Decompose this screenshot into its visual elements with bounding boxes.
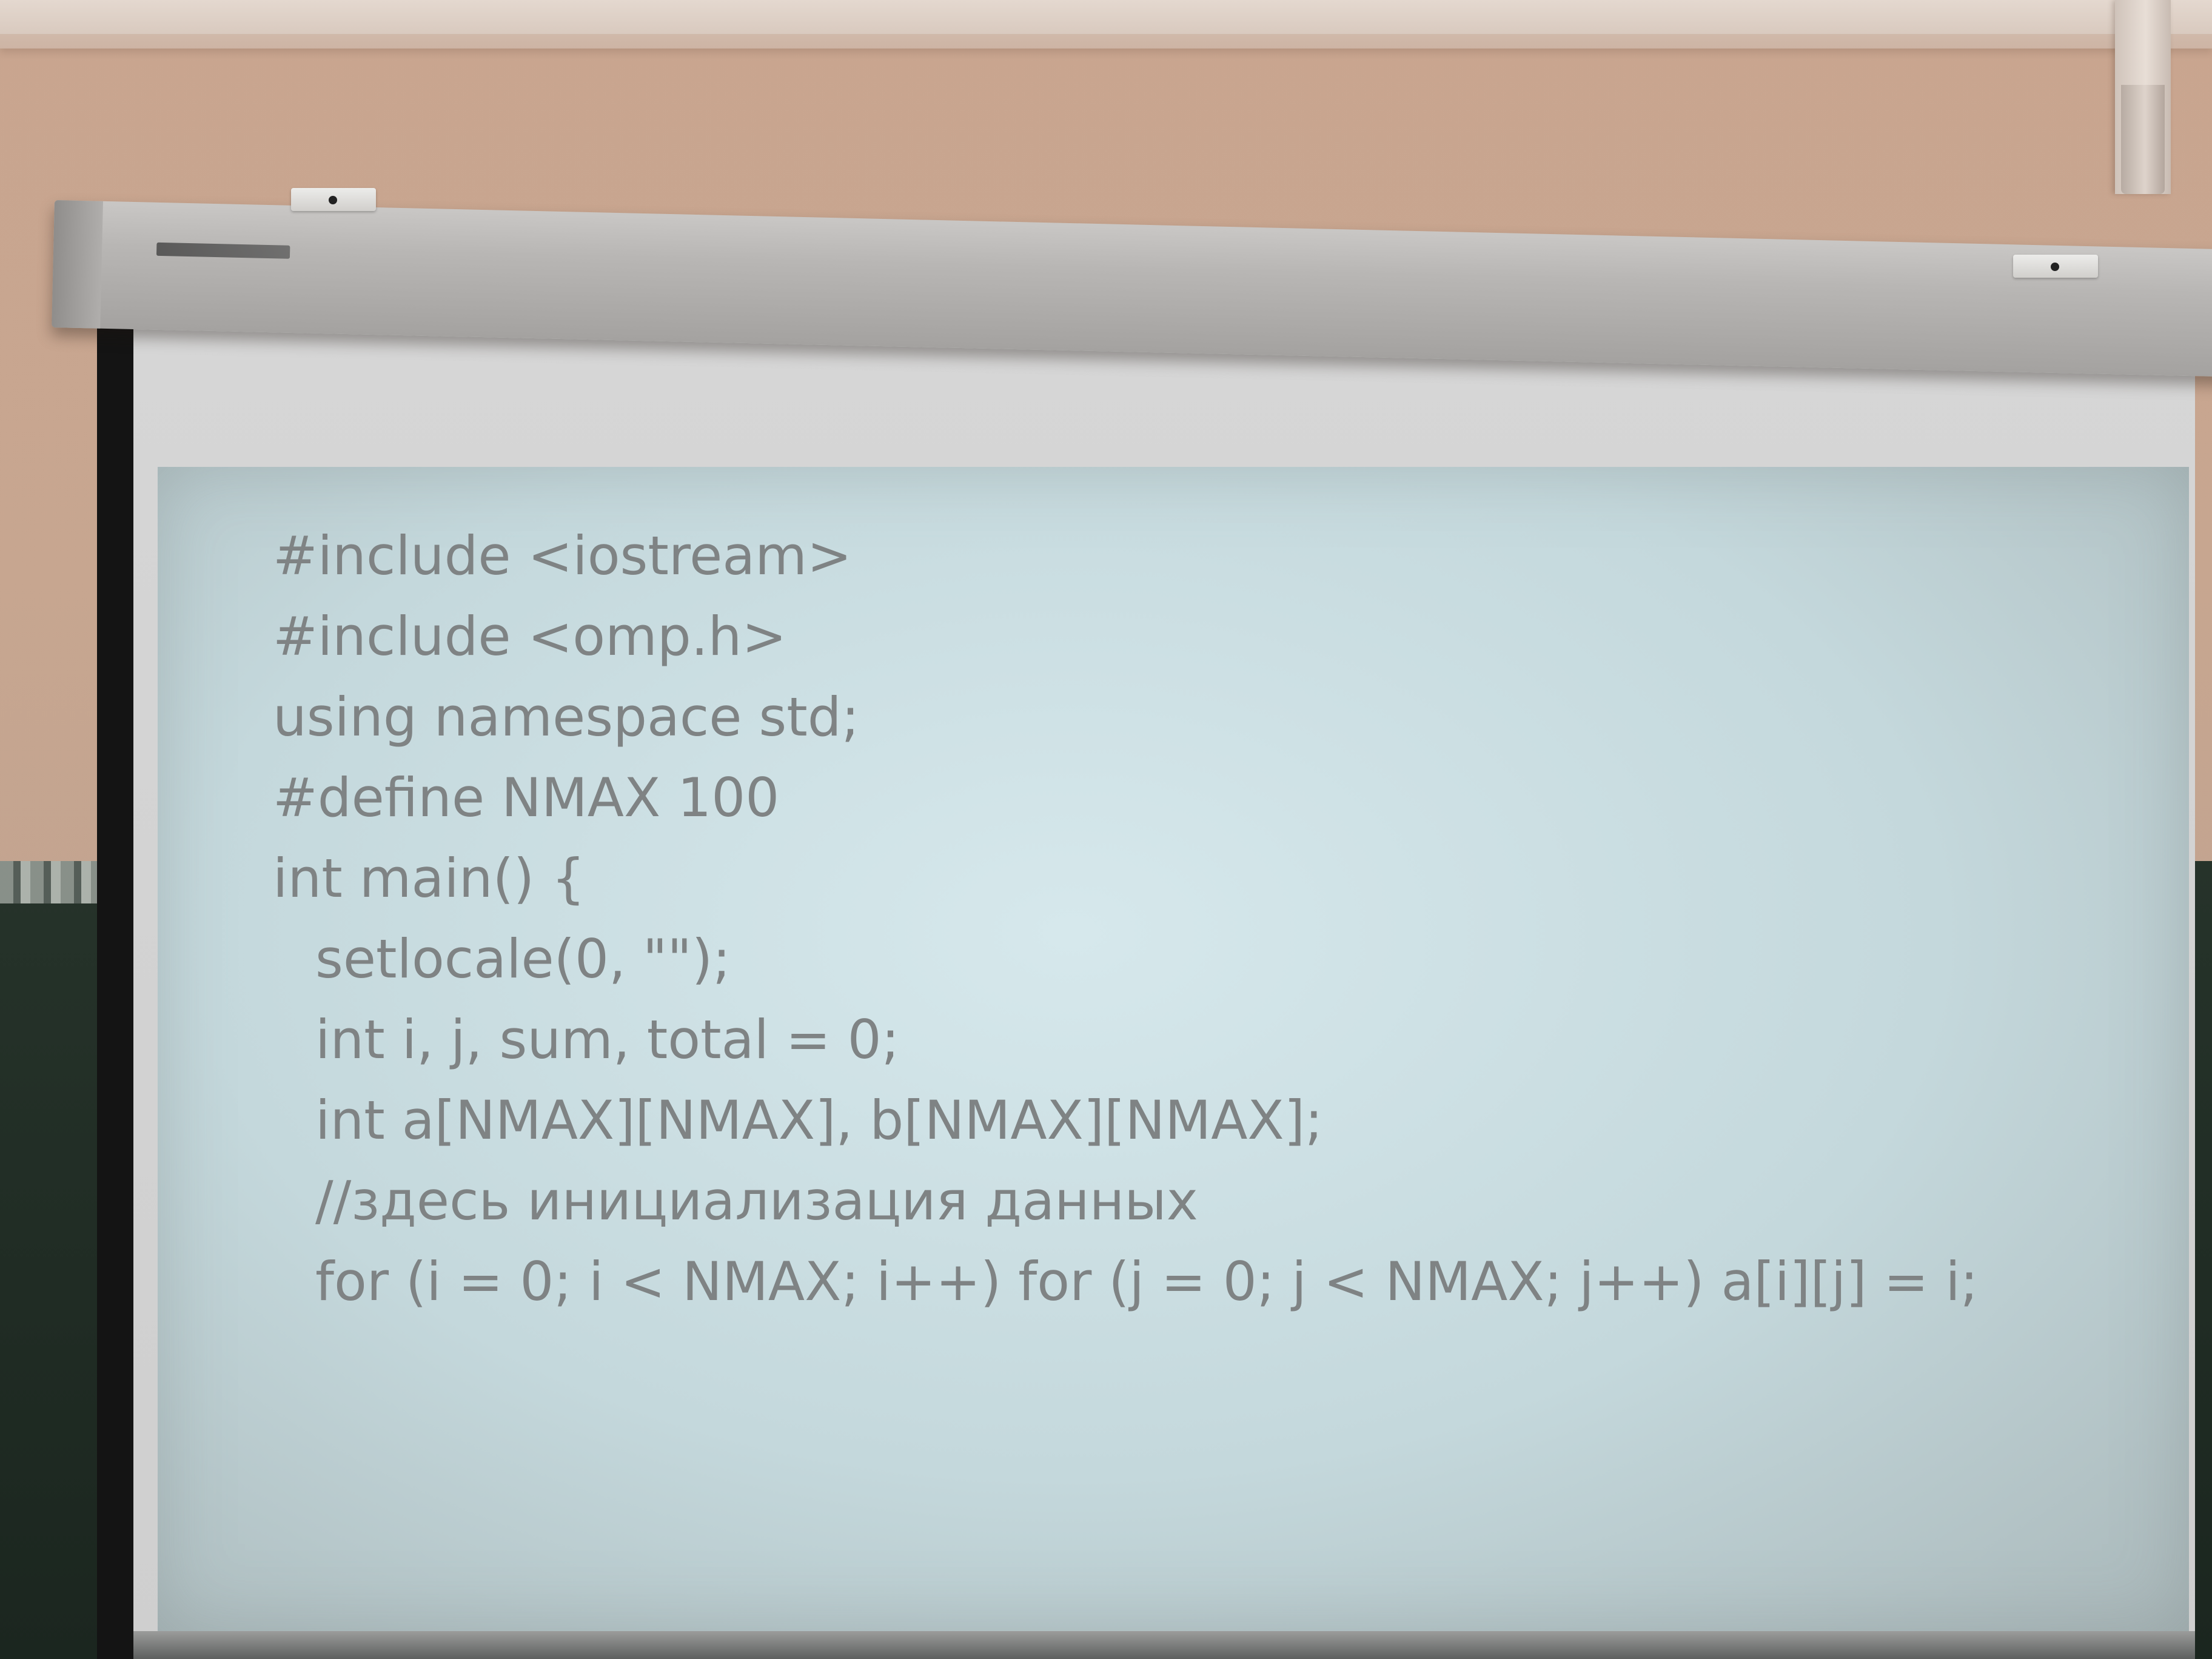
mount-bracket-right: [2013, 255, 2098, 278]
code-block: #include <iostream> #include <omp.h> usi…: [273, 515, 1978, 1322]
code-line-using-namespace: using namespace std;: [273, 686, 860, 748]
code-line-setlocale: setlocale(0, "");: [315, 928, 731, 990]
code-line-include-omp: #include <omp.h>: [273, 605, 787, 668]
projected-slide: #include <iostream> #include <omp.h> usi…: [158, 467, 2189, 1631]
ceiling-board: [0, 0, 2212, 34]
ceiling-trim: [0, 0, 2212, 49]
code-line-declare-ints: int i, j, sum, total = 0;: [315, 1008, 900, 1071]
wall-cable-channel: [2115, 0, 2171, 194]
code-line-declare-arrays: int a[NMAX][NMAX], b[NMAX][NMAX];: [315, 1089, 1323, 1151]
brand-logo: [156, 242, 290, 259]
code-line-for-loop: for (i = 0; i < NMAX; i++) for (j = 0; j…: [315, 1250, 1979, 1313]
chalk-rail: [0, 861, 109, 903]
code-line-define-nmax: #define NMAX 100: [273, 766, 780, 829]
mount-bracket-left: [291, 188, 376, 211]
code-line-main: int main() {: [273, 847, 586, 910]
screen-case-endcap: [52, 200, 103, 329]
code-line-include-iostream: #include <iostream>: [273, 525, 852, 587]
code-line-comment: //здесь инициализация данных: [315, 1170, 1198, 1232]
screen-bottom-edge: [133, 1631, 2195, 1659]
